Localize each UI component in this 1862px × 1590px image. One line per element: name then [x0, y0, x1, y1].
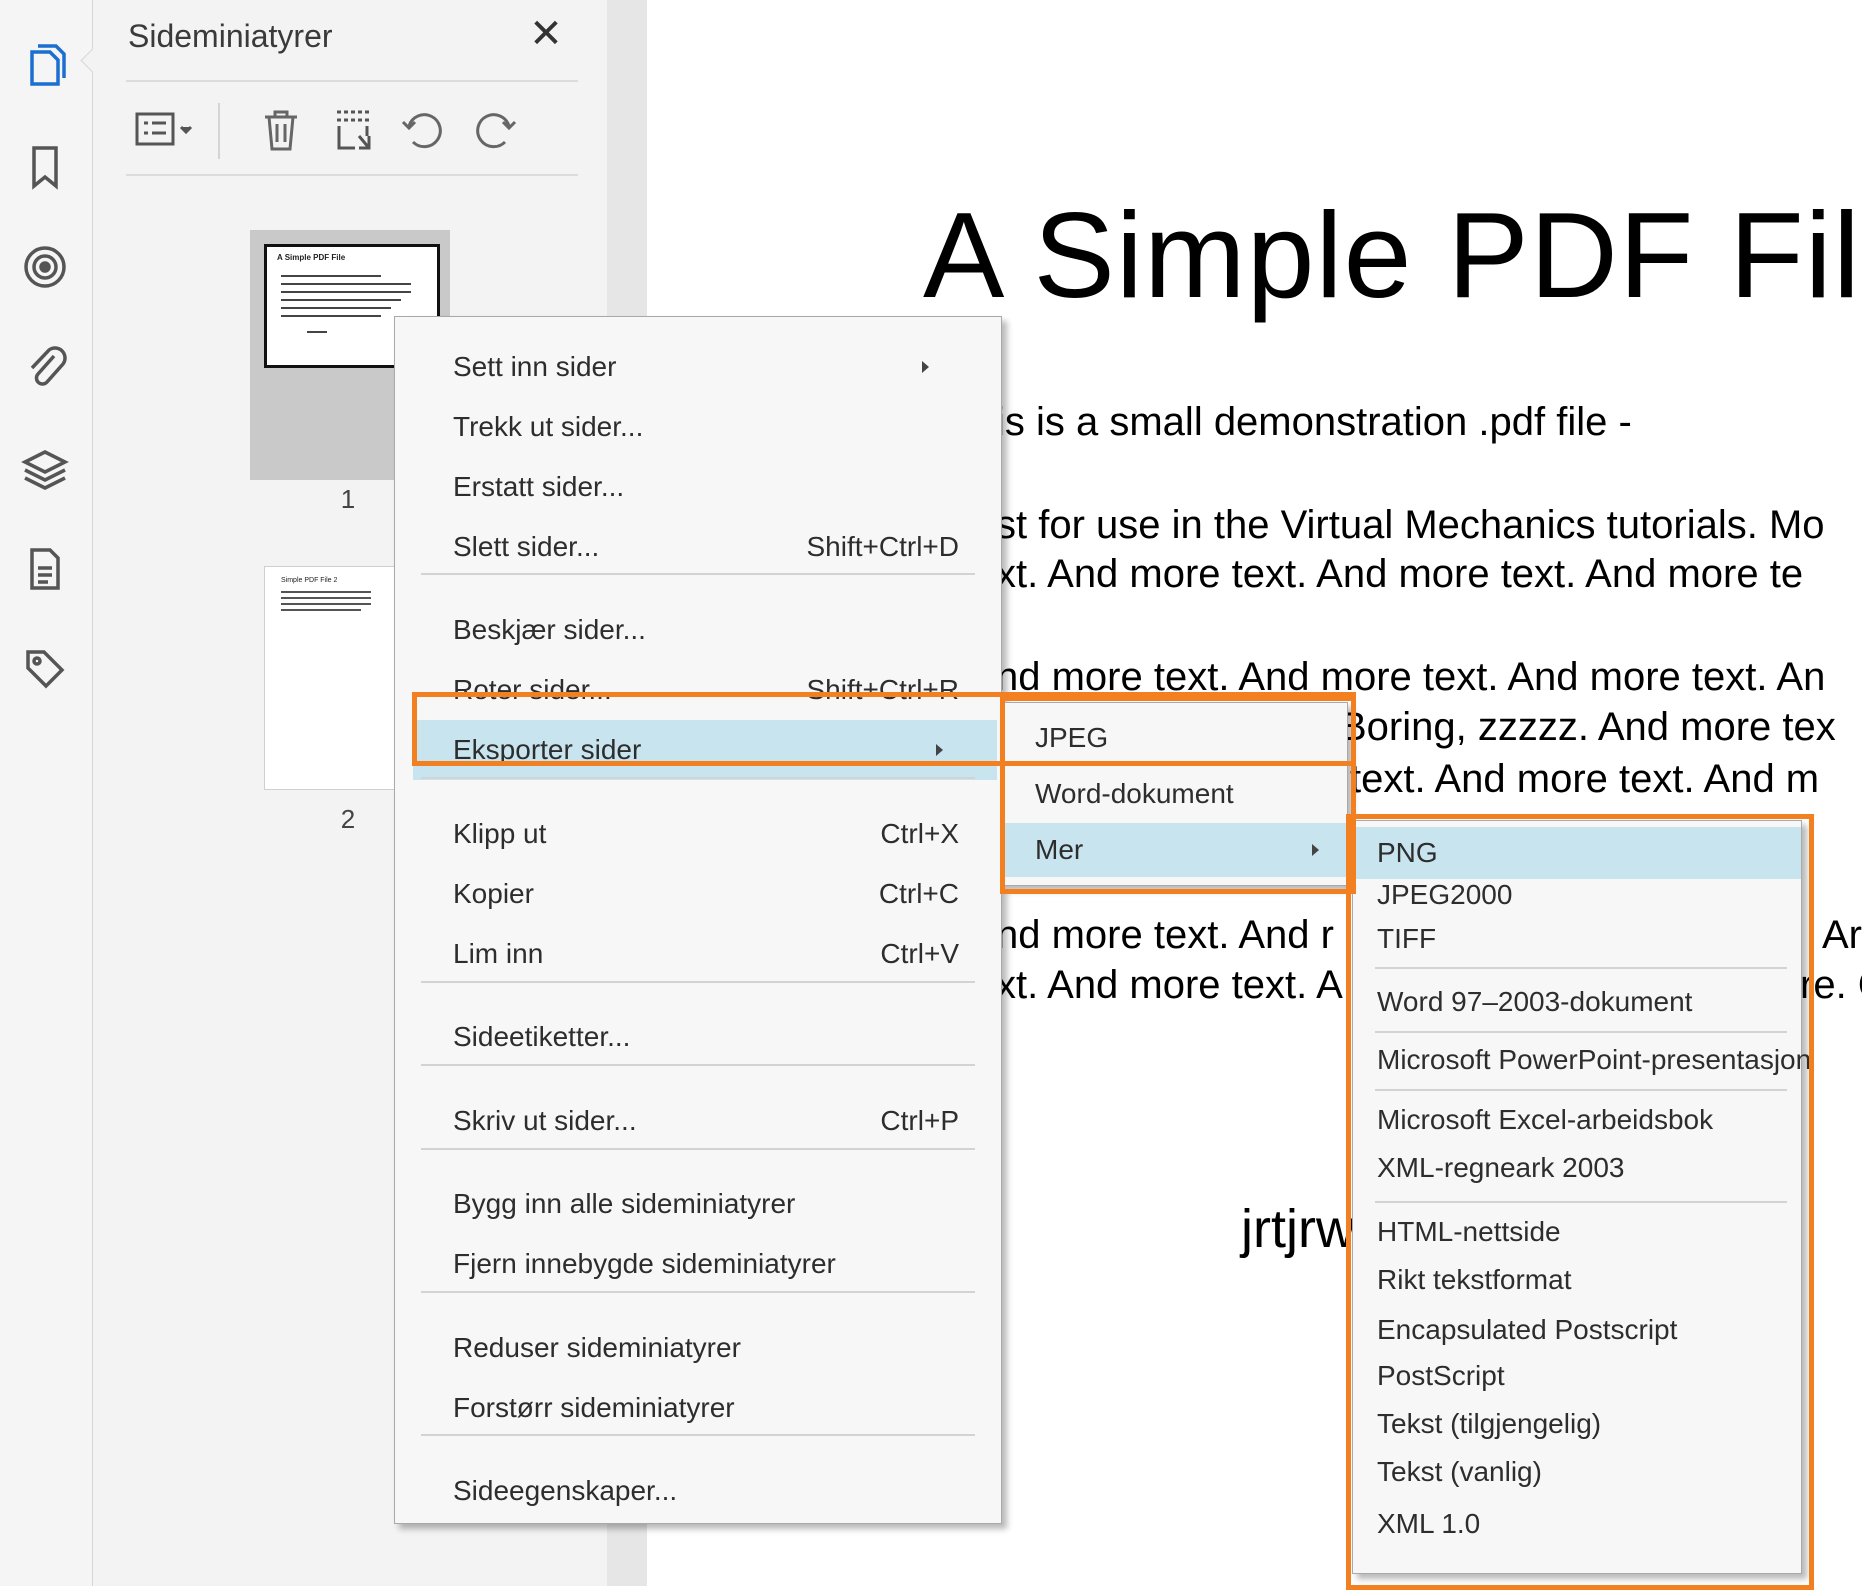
menu-separator: [421, 1064, 975, 1066]
format-html-webpage[interactable]: HTML-nettside: [1353, 1207, 1801, 1257]
bookmark-icon[interactable]: [18, 140, 72, 194]
menu-item-cut[interactable]: Klipp ut Ctrl+X: [395, 804, 1001, 864]
menu-separator: [421, 777, 975, 779]
delete-icon[interactable]: [251, 100, 311, 160]
menu-separator: [1375, 1031, 1787, 1033]
menu-item-delete-pages[interactable]: Slett sider... Shift+Ctrl+D: [395, 517, 1001, 577]
menu-item-copy[interactable]: Kopier Ctrl+C: [395, 864, 1001, 924]
document-text-line: nd more text. And r: [996, 913, 1334, 957]
document-text-line: is is a small demonstration .pdf file -: [996, 400, 1632, 444]
document-text-line: xt. And more text. A: [996, 963, 1343, 1007]
attachment-icon[interactable]: [18, 338, 72, 392]
format-tiff[interactable]: TIFF: [1353, 917, 1801, 961]
thumbnail-label: 2: [340, 804, 356, 834]
thumbnail-header: A Simple PDF File: [277, 253, 346, 262]
menu-separator: [1375, 967, 1787, 969]
rotate-counterclockwise-icon[interactable]: [393, 100, 453, 160]
export-submenu: JPEG Word-dokument Mer: [1002, 702, 1348, 886]
menu-separator: [421, 573, 975, 575]
menu-item-crop-pages[interactable]: Beskjær sider...: [395, 600, 1001, 660]
panel-title: Sideminiatyrer: [128, 18, 333, 54]
export-jpeg[interactable]: JPEG: [1003, 711, 1347, 765]
menu-separator: [421, 1291, 975, 1293]
submenu-arrow-icon: [936, 744, 943, 756]
format-word-97-2003[interactable]: Word 97–2003-dokument: [1353, 977, 1801, 1027]
menu-item-page-properties[interactable]: Sideegenskaper...: [395, 1461, 1001, 1521]
export-word-document[interactable]: Word-dokument: [1003, 767, 1347, 821]
document-text-fragment: Ar: [1822, 913, 1862, 957]
tag-icon[interactable]: [18, 642, 72, 696]
target-icon[interactable]: [18, 240, 72, 294]
menu-separator: [421, 1148, 975, 1150]
rotate-clockwise-icon[interactable]: [465, 100, 525, 160]
submenu-arrow-icon: [922, 361, 929, 373]
thumbnail-label: 1: [340, 484, 356, 514]
menu-item-insert-pages[interactable]: Sett inn sider: [395, 337, 1001, 397]
document-text-line: nd more text. And more text. And more te…: [996, 655, 1826, 699]
document-signature-text: jrtjrw: [1241, 1199, 1355, 1259]
menu-item-remove-embedded-thumbnails[interactable]: Fjern innebygde sideminiatyrer: [395, 1234, 1001, 1294]
panel-divider: [126, 174, 578, 176]
format-encapsulated-postscript[interactable]: Encapsulated Postscript: [1353, 1305, 1801, 1355]
format-powerpoint[interactable]: Microsoft PowerPoint-presentasjon: [1353, 1035, 1811, 1085]
format-xml[interactable]: XML 1.0: [1353, 1499, 1801, 1549]
menu-item-paste[interactable]: Lim inn Ctrl+V: [395, 924, 1001, 984]
document-title: A Simple PDF File: [923, 187, 1862, 323]
layers-icon[interactable]: [18, 442, 72, 496]
close-icon[interactable]: ✕: [526, 14, 566, 54]
document-text-line: xt. And more text. And more text. And mo…: [996, 552, 1804, 596]
extract-pages-icon[interactable]: [323, 100, 383, 160]
menu-item-print-pages[interactable]: Skriv ut sider... Ctrl+P: [395, 1091, 1001, 1151]
thumbnail-options-button[interactable]: [125, 100, 205, 160]
document-text-line: Boring, zzzzz. And more tex: [1340, 705, 1836, 749]
panel-divider: [126, 80, 578, 82]
navigation-rail: [0, 0, 93, 1586]
format-postscript[interactable]: PostScript: [1353, 1351, 1801, 1401]
format-png[interactable]: PNG: [1353, 827, 1801, 879]
format-rich-text[interactable]: Rikt tekstformat: [1353, 1255, 1801, 1305]
menu-separator: [1375, 1201, 1787, 1203]
submenu-arrow-icon: [1312, 844, 1319, 856]
more-formats-submenu: PNG JPEG2000 TIFF Word 97–2003-dokument …: [1352, 820, 1811, 1574]
document-text-fragment: re. C: [1800, 963, 1862, 1007]
page-thumbnails-icon[interactable]: [18, 38, 72, 92]
thumbnail-header: Simple PDF File 2: [281, 577, 338, 584]
format-text-accessible[interactable]: Tekst (tilgjengelig): [1353, 1399, 1801, 1449]
page-context-menu: Sett inn sider Trekk ut sider... Erstatt…: [394, 316, 1002, 1524]
menu-item-reduce-thumbnails[interactable]: Reduser sideminiatyrer: [395, 1318, 1001, 1378]
menu-item-enlarge-thumbnails[interactable]: Forstørr sideminiatyrer: [395, 1378, 1001, 1438]
format-jpeg2000[interactable]: JPEG2000: [1353, 873, 1801, 917]
menu-separator: [1375, 1089, 1787, 1091]
menu-item-page-labels[interactable]: Sideetiketter...: [395, 1007, 1001, 1067]
menu-item-replace-pages[interactable]: Erstatt sider...: [395, 457, 1001, 517]
format-text-plain[interactable]: Tekst (vanlig): [1353, 1447, 1801, 1497]
page-content-icon[interactable]: [18, 542, 72, 596]
document-text-line: text. And more text. And m: [1350, 757, 1820, 801]
format-excel-workbook[interactable]: Microsoft Excel-arbeidsbok: [1353, 1095, 1801, 1145]
menu-separator: [421, 981, 975, 983]
menu-item-embed-thumbnails[interactable]: Bygg inn alle sideminiatyrer: [395, 1174, 1001, 1234]
toolbar-divider: [218, 103, 220, 159]
format-xml-spreadsheet[interactable]: XML-regneark 2003: [1353, 1143, 1801, 1193]
export-more[interactable]: Mer: [1003, 823, 1347, 877]
menu-item-export-pages[interactable]: Eksporter sider: [413, 720, 997, 780]
menu-item-extract-pages[interactable]: Trekk ut sider...: [395, 397, 1001, 457]
menu-separator: [421, 1434, 975, 1436]
menu-item-rotate-pages[interactable]: Roter sider... Shift+Ctrl+R: [395, 660, 1001, 720]
document-text-line: st for use in the Virtual Mechanics tuto…: [996, 503, 1825, 547]
